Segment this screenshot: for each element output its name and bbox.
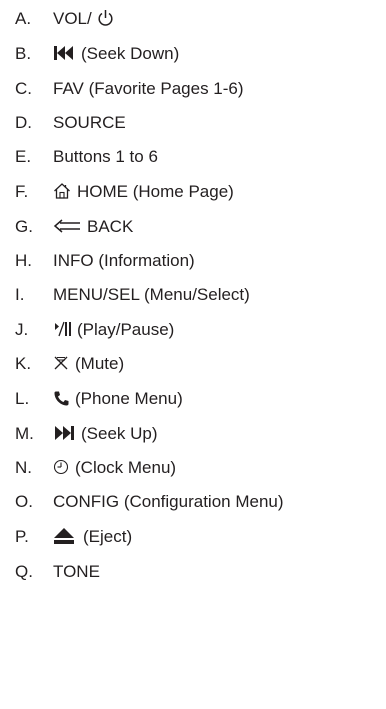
- legend-text: SOURCE: [53, 112, 126, 132]
- legend-text: (Play/Pause): [77, 319, 175, 339]
- legend-item-play-pause: J. (Play/Pause): [0, 314, 386, 344]
- legend-text: (Eject): [83, 526, 133, 546]
- legend-item-seek-up: M. (Seek Up): [0, 418, 386, 448]
- legend-text: MENU/SEL (Menu/Select): [53, 284, 250, 304]
- legend-item-tone: Q. TONE: [0, 556, 386, 586]
- mute-icon: [53, 355, 69, 371]
- legend-text: (Phone Menu): [75, 388, 183, 408]
- legend-item-source: D. SOURCE: [0, 107, 386, 137]
- legend-letter: E.: [15, 146, 32, 166]
- legend-text: (Seek Down): [81, 43, 180, 63]
- legend-letter: P.: [15, 526, 29, 546]
- legend-letter: A.: [15, 8, 32, 28]
- legend-letter: F.: [15, 181, 29, 201]
- legend-text: VOL/: [53, 8, 92, 28]
- legend-text: CONFIG (Configuration Menu): [53, 491, 284, 511]
- legend-letter: L.: [15, 388, 30, 408]
- legend-letter: N.: [15, 457, 32, 477]
- legend-letter: O.: [15, 491, 33, 511]
- legend-letter: C.: [15, 78, 32, 98]
- legend-letter: Q.: [15, 561, 33, 581]
- clock-icon: [53, 459, 69, 475]
- phone-icon: [53, 390, 69, 407]
- legend-text: (Clock Menu): [75, 457, 177, 477]
- legend-item-phone: L. (Phone Menu): [0, 383, 386, 413]
- legend-letter: B.: [15, 43, 32, 63]
- legend-item-mute: K. (Mute): [0, 348, 386, 378]
- legend-text: (Mute): [75, 353, 125, 373]
- legend-item-clock: N. (Clock Menu): [0, 452, 386, 482]
- legend-letter: K.: [15, 353, 32, 373]
- power-icon: [97, 9, 114, 27]
- play-pause-icon: [53, 320, 73, 338]
- legend-letter: M.: [15, 423, 34, 443]
- legend-item-fav: C. FAV (Favorite Pages 1-6): [0, 73, 386, 103]
- legend-letter: H.: [15, 250, 32, 270]
- legend-item-info: H. INFO (Information): [0, 245, 386, 275]
- legend-letter: J.: [15, 319, 29, 339]
- legend-text: HOME (Home Page): [77, 181, 234, 201]
- eject-icon: [53, 527, 75, 545]
- home-icon: [53, 182, 71, 200]
- legend-item-vol-power: A. VOL/: [0, 3, 386, 33]
- legend-item-menu-sel: I. MENU/SEL (Menu/Select): [0, 279, 386, 309]
- legend-item-config: O. CONFIG (Configuration Menu): [0, 486, 386, 516]
- legend-text: TONE: [53, 561, 100, 581]
- legend-text: FAV (Favorite Pages 1-6): [53, 78, 244, 98]
- legend-item-eject: P. (Eject): [0, 521, 386, 551]
- legend-letter: D.: [15, 112, 32, 132]
- legend-letter: G.: [15, 216, 33, 236]
- seek-down-icon: [53, 44, 75, 62]
- legend-item-back: G. BACK: [0, 211, 386, 241]
- legend-item-home: F. HOME (Home Page): [0, 176, 386, 206]
- legend-text: (Seek Up): [81, 423, 158, 443]
- legend-text: INFO (Information): [53, 250, 195, 270]
- back-arrow-icon: [53, 218, 81, 234]
- legend-text: BACK: [87, 216, 134, 236]
- legend-text: Buttons 1 to 6: [53, 146, 158, 166]
- legend-item-seek-down: B. (Seek Down): [0, 38, 386, 68]
- seek-up-icon: [53, 424, 75, 442]
- legend-item-buttons: E. Buttons 1 to 6: [0, 141, 386, 171]
- legend-letter: I.: [15, 284, 25, 304]
